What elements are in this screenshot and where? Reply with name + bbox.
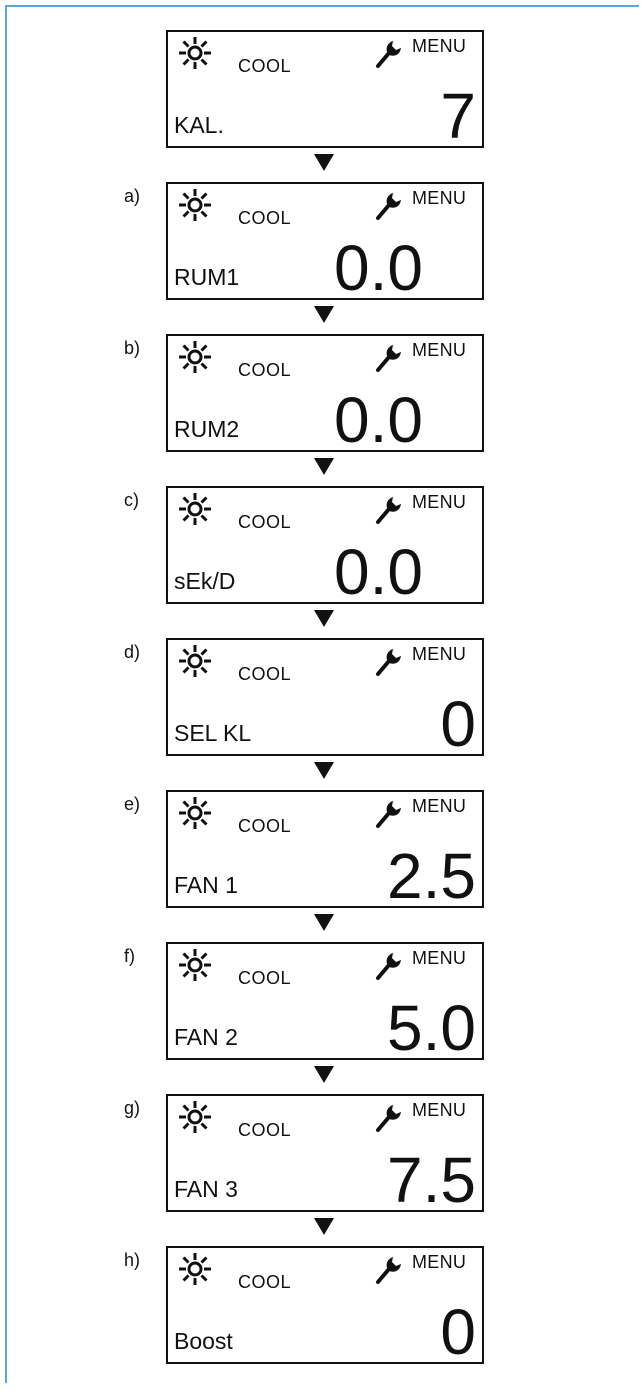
sun-icon xyxy=(179,37,211,69)
lcd-screen: COOL MENU RUM2 0.0 xyxy=(166,334,484,452)
menu-label: MENU xyxy=(412,1252,467,1272)
step-g: g) COOL MENU FAN 3 7.5 xyxy=(0,1094,642,1246)
parameter-value: 2.5 xyxy=(387,840,476,912)
lcd-screen: COOL MENU FAN 2 5.0 xyxy=(166,942,484,1060)
parameter-name: SEL KL xyxy=(174,720,252,746)
parameter-value: 0.0 xyxy=(334,384,423,456)
lcd-screen: COOL MENU SEL KL 0 xyxy=(166,638,484,756)
sun-icon xyxy=(179,189,211,221)
mode-label: COOL xyxy=(238,512,292,532)
parameter-value: 5.0 xyxy=(387,992,476,1064)
parameter-name: RUM1 xyxy=(174,264,240,290)
sun-icon xyxy=(179,1253,211,1285)
sun-icon xyxy=(179,949,211,981)
parameter-name: KAL. xyxy=(174,112,224,138)
parameter-value: 0.0 xyxy=(334,232,423,304)
down-arrow xyxy=(314,458,334,475)
menu-label: MENU xyxy=(412,796,467,816)
mode-label: COOL xyxy=(238,56,292,76)
lcd-screen: COOL MENU FAN 1 2.5 xyxy=(166,790,484,908)
lcd-screen: COOL MENU Boost 0 xyxy=(166,1246,484,1364)
menu-label: MENU xyxy=(412,1100,467,1120)
sun-icon xyxy=(179,645,211,677)
mode-label: COOL xyxy=(238,360,292,380)
lcd-screen: COOL MENU sEk/D 0.0 xyxy=(166,486,484,604)
mode-label: COOL xyxy=(238,1272,292,1292)
down-arrow xyxy=(314,610,334,627)
parameter-name: sEk/D xyxy=(174,568,236,594)
step-c: c) COOL MENU sEk/D 0.0 xyxy=(0,486,642,638)
down-arrow xyxy=(314,154,334,171)
menu-label: MENU xyxy=(412,36,467,56)
parameter-name: FAN 2 xyxy=(174,1024,238,1050)
step-label: a) xyxy=(124,186,141,206)
menu-label: MENU xyxy=(412,188,467,208)
menu-label: MENU xyxy=(412,340,467,360)
step-label: f) xyxy=(124,946,135,966)
wrench-icon xyxy=(376,497,401,524)
wrench-icon xyxy=(376,1257,401,1284)
sun-icon xyxy=(179,341,211,373)
step-label: d) xyxy=(124,642,141,662)
step-label: c) xyxy=(124,490,139,510)
step-a: a) COOL MENU RUM1 0.0 xyxy=(0,182,642,334)
menu-label: MENU xyxy=(412,644,467,664)
wrench-icon xyxy=(376,649,401,676)
sun-icon xyxy=(179,797,211,829)
sun-icon xyxy=(179,493,211,525)
wrench-icon xyxy=(376,1105,401,1132)
parameter-value: 7.5 xyxy=(387,1144,476,1216)
lcd-screen: COOL MENU FAN 3 7.5 xyxy=(166,1094,484,1212)
down-arrow xyxy=(314,1066,334,1083)
parameter-value: 7 xyxy=(440,80,476,152)
step-label: h) xyxy=(124,1250,141,1270)
wrench-icon xyxy=(376,41,401,68)
mode-label: COOL xyxy=(238,1120,292,1140)
menu-label: MENU xyxy=(412,948,467,968)
mode-label: COOL xyxy=(238,208,292,228)
down-arrow xyxy=(314,306,334,323)
parameter-name: Boost xyxy=(174,1328,233,1354)
step-f: f) COOL MENU FAN 2 5.0 xyxy=(0,942,642,1094)
mode-label: COOL xyxy=(238,664,292,684)
step-label: b) xyxy=(124,338,141,358)
parameter-name: RUM2 xyxy=(174,416,240,442)
step-kal: COOL MENU KAL. 7 xyxy=(0,30,642,182)
step-b: b) COOL MENU RUM2 0.0 xyxy=(0,334,642,486)
wrench-icon xyxy=(376,193,401,220)
mode-label: COOL xyxy=(238,968,292,988)
parameter-value: 0.0 xyxy=(334,536,423,608)
step-h: h) COOL MENU Boost 0 xyxy=(0,1246,642,1398)
parameter-value: 0 xyxy=(440,688,476,760)
wrench-icon xyxy=(376,801,401,828)
down-arrow xyxy=(314,914,334,931)
wrench-icon xyxy=(376,345,401,372)
sun-icon xyxy=(179,1101,211,1133)
parameter-name: FAN 1 xyxy=(174,872,238,898)
step-d: d) COOL MENU SEL KL 0 xyxy=(0,638,642,790)
step-e: e) COOL MENU FAN 1 2.5 xyxy=(0,790,642,942)
lcd-screen: COOL MENU KAL. 7 xyxy=(166,30,484,148)
down-arrow xyxy=(314,1218,334,1235)
down-arrow xyxy=(314,762,334,779)
menu-label: MENU xyxy=(412,492,467,512)
parameter-name: FAN 3 xyxy=(174,1176,238,1202)
parameter-value: 0 xyxy=(440,1296,476,1368)
step-label: g) xyxy=(124,1098,141,1118)
wrench-icon xyxy=(376,953,401,980)
step-label: e) xyxy=(124,794,141,814)
mode-label: COOL xyxy=(238,816,292,836)
lcd-screen: COOL MENU RUM1 0.0 xyxy=(166,182,484,300)
